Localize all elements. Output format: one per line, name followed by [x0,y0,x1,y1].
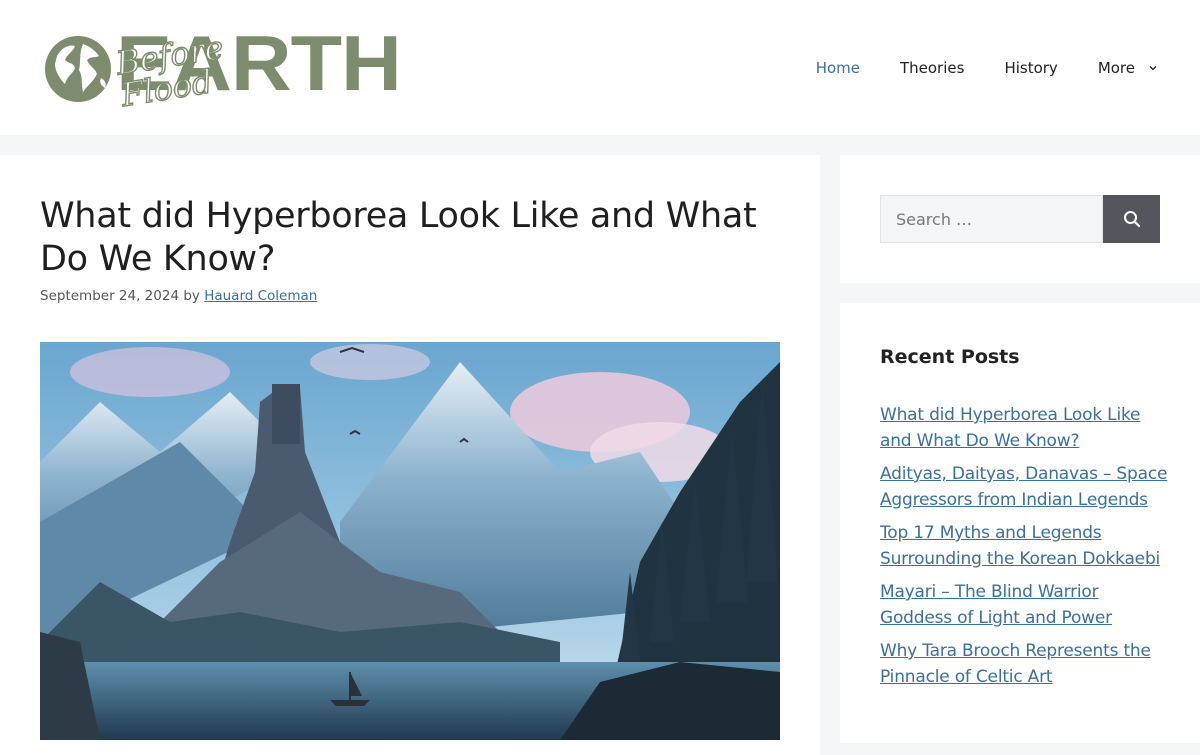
search-placeholder: Search … [896,209,973,229]
recent-post-link[interactable]: What did Hyperborea Look Like and What D… [880,403,1170,454]
recent-posts-list: What did Hyperborea Look Like and What D… [880,403,1170,698]
recent-post-link[interactable]: Why Tara Brooch Represents the Pinnacle … [880,639,1170,690]
chevron-down-icon[interactable] [1148,63,1158,73]
article-meta: September 24, 2024 by Hauard Coleman [40,288,317,304]
nav-item-label: More [1097,58,1135,77]
globe-icon [45,36,111,102]
nav-item-more[interactable]: More [1098,59,1158,77]
hyperborea-landscape-image [40,342,780,740]
article-title: What did Hyperborea Look Like and What D… [40,196,757,279]
nav-item-label: Home [815,58,860,77]
list-item: Mayari – The Blind Warrior Goddess of Li… [880,580,1170,631]
recent-posts-title: Recent Posts [880,346,1020,368]
byline-prefix: by [183,288,200,304]
site-logo[interactable]: EARTH Before Flood [40,24,402,115]
list-item: Adityas, Daityas, Danavas – Space Aggres… [880,462,1170,513]
search-input[interactable]: Search … [880,195,1103,243]
main-nav: Home Theories History More [776,0,1158,135]
recent-post-link[interactable]: Top 17 Myths and Legends Surrounding the… [880,521,1170,572]
nav-item-label: History [1004,58,1058,77]
nav-item-history[interactable]: History [1004,59,1057,77]
nav-item-theories[interactable]: Theories [900,59,964,77]
recent-post-link[interactable]: Mayari – The Blind Warrior Goddess of Li… [880,580,1170,631]
search-button[interactable] [1103,195,1160,243]
list-item: Why Tara Brooch Represents the Pinnacle … [880,639,1170,690]
author-link[interactable]: Hauard Coleman [204,288,317,304]
list-item: Top 17 Myths and Legends Surrounding the… [880,521,1170,572]
nav-item-home[interactable]: Home [816,59,860,77]
recent-post-link[interactable]: Adityas, Daityas, Danavas – Space Aggres… [880,462,1170,513]
nav-item-label: Theories [899,58,965,77]
post-date: September 24, 2024 [40,288,180,304]
list-item: What did Hyperborea Look Like and What D… [880,403,1170,454]
featured-image [40,342,780,740]
search-icon [1123,211,1140,228]
